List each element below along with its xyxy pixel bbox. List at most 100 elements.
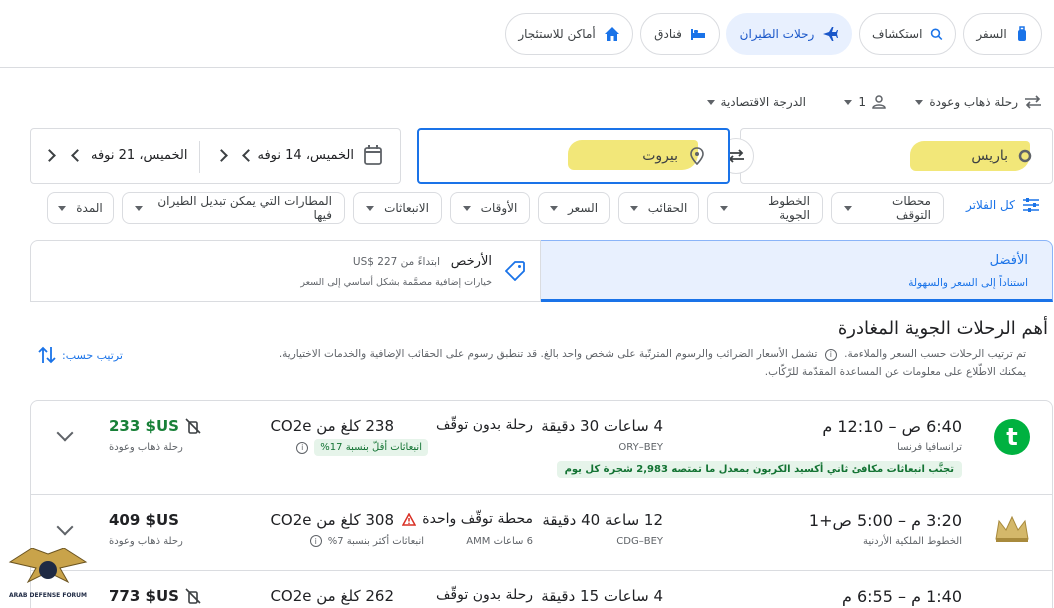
- royal-jordanian-crown-icon: [995, 515, 1029, 542]
- flight-route: ORY–BEY: [618, 442, 663, 453]
- expand-chevron-icon[interactable]: [56, 518, 74, 536]
- flight-price: 233 $US: [109, 417, 201, 435]
- nav-flights[interactable]: رحلات الطيران: [726, 13, 852, 55]
- depart-date[interactable]: الخميس، 14 نوفه: [257, 148, 354, 163]
- flight-times: 6:40 ص – 12:10 م: [822, 417, 962, 436]
- eagle-emblem-icon: [8, 548, 88, 584]
- eco-banner: تجنَّب انبعاثات مكافئ ثاني أكسيد الكربون…: [556, 461, 962, 478]
- filter-airlines-label: الخطوط الجوية: [768, 194, 810, 222]
- caret-down-icon: [915, 99, 924, 105]
- filter-emissions[interactable]: الانبعاثات: [353, 192, 442, 224]
- flight-layover: 6 ساعات AMM: [466, 536, 533, 547]
- return-date[interactable]: الخميس، 21 نوفه: [91, 148, 188, 163]
- person-icon: [872, 95, 886, 109]
- trip-type-label: رحلة ذهاب وعودة: [929, 95, 1018, 109]
- nav-explore[interactable]: استكشاف: [859, 13, 956, 55]
- passengers-count: 1: [858, 95, 866, 109]
- no-bag-icon: [185, 588, 201, 604]
- flight-times: 1:40 م – 6:55 م: [841, 587, 962, 606]
- nav-hotels[interactable]: فنادق: [640, 13, 720, 55]
- flight-airline: الخطوط الملكية الأردنية: [863, 536, 962, 547]
- sort-arrows-icon: [38, 346, 56, 364]
- nav-rentals-label: أماكن للاستئجار: [518, 27, 596, 41]
- price-value: 233 $US: [109, 417, 179, 435]
- price-trip-type: رحلة ذهاب وعودة: [109, 442, 183, 453]
- return-prev-icon[interactable]: [71, 149, 84, 162]
- date-picker[interactable]: الخميس، 14 نوفه الخميس، 21 نوفه: [30, 128, 401, 184]
- filter-price[interactable]: السعر: [538, 192, 610, 224]
- nav-flights-label: رحلات الطيران: [739, 27, 815, 41]
- trip-type-select[interactable]: رحلة ذهاب وعودة: [912, 92, 1042, 112]
- info-icon[interactable]: i: [824, 348, 837, 361]
- flight-stops: رحلة بدون توقّف: [435, 587, 533, 603]
- transavia-logo-icon: t: [994, 419, 1030, 455]
- all-filters-button[interactable]: كل الفلاتر: [966, 198, 1039, 212]
- passengers-select[interactable]: 1: [826, 92, 886, 112]
- filter-duration-label: المدة: [76, 201, 103, 215]
- caret-down-icon: [366, 205, 375, 211]
- results-note-assistance[interactable]: يمكنك الاطّلاع على معلومات عن المساعدة ا…: [765, 366, 1026, 378]
- nav-travel-label: السفر: [976, 27, 1007, 41]
- filter-connecting[interactable]: المطارات التي يمكن تبديل الطيران فيها: [122, 192, 345, 224]
- flight-stops: رحلة بدون توقّف: [435, 417, 533, 433]
- flight-co2-note: انبعاثات أكثر بنسبة 7% i: [309, 535, 424, 547]
- flight-price: 773 $US: [109, 587, 201, 605]
- luggage-icon: [1017, 26, 1026, 41]
- all-filters-label: كل الفلاتر: [966, 198, 1015, 212]
- filter-duration[interactable]: المدة: [47, 192, 114, 224]
- caret-down-icon: [58, 205, 67, 211]
- filter-bags[interactable]: الحقائب: [618, 192, 699, 224]
- filter-bags-label: الحقائب: [647, 201, 688, 215]
- no-bag-icon: [185, 418, 201, 434]
- results-note-sort: تم ترتيب الرحلات حسب السعر والملاءمة.: [844, 348, 1026, 360]
- cabin-label: الدرجة الاقتصادية: [720, 95, 806, 109]
- expand-chevron-icon[interactable]: [56, 424, 74, 442]
- nav-travel[interactable]: السفر: [963, 13, 1042, 55]
- filter-times[interactable]: الأوقات: [450, 192, 530, 224]
- tune-icon: [1022, 198, 1039, 212]
- return-next-icon[interactable]: [43, 149, 56, 162]
- flight-stops-label: محطة توقّف واحدة: [422, 511, 533, 527]
- flight-duration: 4 ساعات 30 دقيقة: [541, 417, 663, 435]
- filter-emissions-label: الانبعاثات: [384, 201, 429, 215]
- caret-down-icon: [706, 99, 715, 105]
- sort-button[interactable]: ترتيب حسب:: [38, 345, 123, 365]
- tab-best-sub: استناداً إلى السعر والسهولة: [908, 277, 1028, 289]
- depart-prev-icon[interactable]: [242, 149, 255, 162]
- nav-rentals[interactable]: أماكن للاستئجار: [505, 13, 633, 55]
- bed-icon: [690, 29, 705, 40]
- tab-cheapest[interactable]: الأرخص ابتداءً من 227 $US خيارات إضافية …: [30, 240, 541, 302]
- date-divider: [199, 141, 200, 173]
- flight-co2: 238 كلغ من CO2e: [270, 417, 394, 435]
- cabin-select[interactable]: الدرجة الاقتصادية: [696, 92, 806, 112]
- filter-stops[interactable]: محطات التوقف: [831, 192, 944, 224]
- caret-down-icon: [844, 99, 853, 105]
- warning-icon: [402, 512, 417, 526]
- flight-co2: 308 كلغ من CO2e: [270, 511, 394, 529]
- destination-field[interactable]: بيروت: [417, 128, 730, 184]
- info-icon[interactable]: i: [309, 535, 322, 547]
- flight-airline: ترانسافيا فرنسا: [897, 442, 962, 453]
- price-tag-icon: [505, 261, 525, 281]
- sort-label: ترتيب حسب:: [62, 348, 123, 362]
- filter-connecting-label: المطارات التي يمكن تبديل الطيران فيها: [157, 194, 332, 222]
- caret-down-icon: [135, 205, 143, 211]
- caret-down-icon: [549, 205, 558, 211]
- flight-duration: 4 ساعات 15 دقيقة: [541, 587, 663, 605]
- filter-airlines[interactable]: الخطوط الجوية: [707, 192, 823, 224]
- origin-field[interactable]: باريس: [740, 128, 1053, 184]
- filter-stops-label: محطات التوقف: [892, 194, 931, 222]
- watermark-text: ARAB DEFENSE FORUM: [8, 592, 88, 599]
- flight-row[interactable]: 3:20 م – 5:00 ص+1 الخطوط الملكية الأردني…: [31, 495, 1052, 571]
- depart-next-icon[interactable]: [215, 149, 228, 162]
- explore-icon: [931, 28, 943, 41]
- flight-row[interactable]: 1:40 م – 6:55 م 4 ساعات 15 دقيقة رحلة بد…: [31, 571, 1052, 608]
- tab-best[interactable]: الأفضل استناداً إلى السعر والسهولة: [540, 240, 1053, 302]
- swap-arrows-icon: [1025, 95, 1041, 109]
- info-icon[interactable]: i: [296, 441, 309, 454]
- calendar-icon: [364, 145, 382, 165]
- emissions-badge: انبعاثات أقلّ بنسبة 17%: [314, 439, 428, 456]
- tab-cheapest-sub: خيارات إضافية مصمَّمة بشكل أساسي إلى الس…: [300, 277, 492, 288]
- results-list: t 6:40 ص – 12:10 م ترانسافيا فرنسا 4 ساع…: [30, 400, 1053, 608]
- flight-row[interactable]: t 6:40 ص – 12:10 م ترانسافيا فرنسا 4 ساع…: [31, 401, 1052, 495]
